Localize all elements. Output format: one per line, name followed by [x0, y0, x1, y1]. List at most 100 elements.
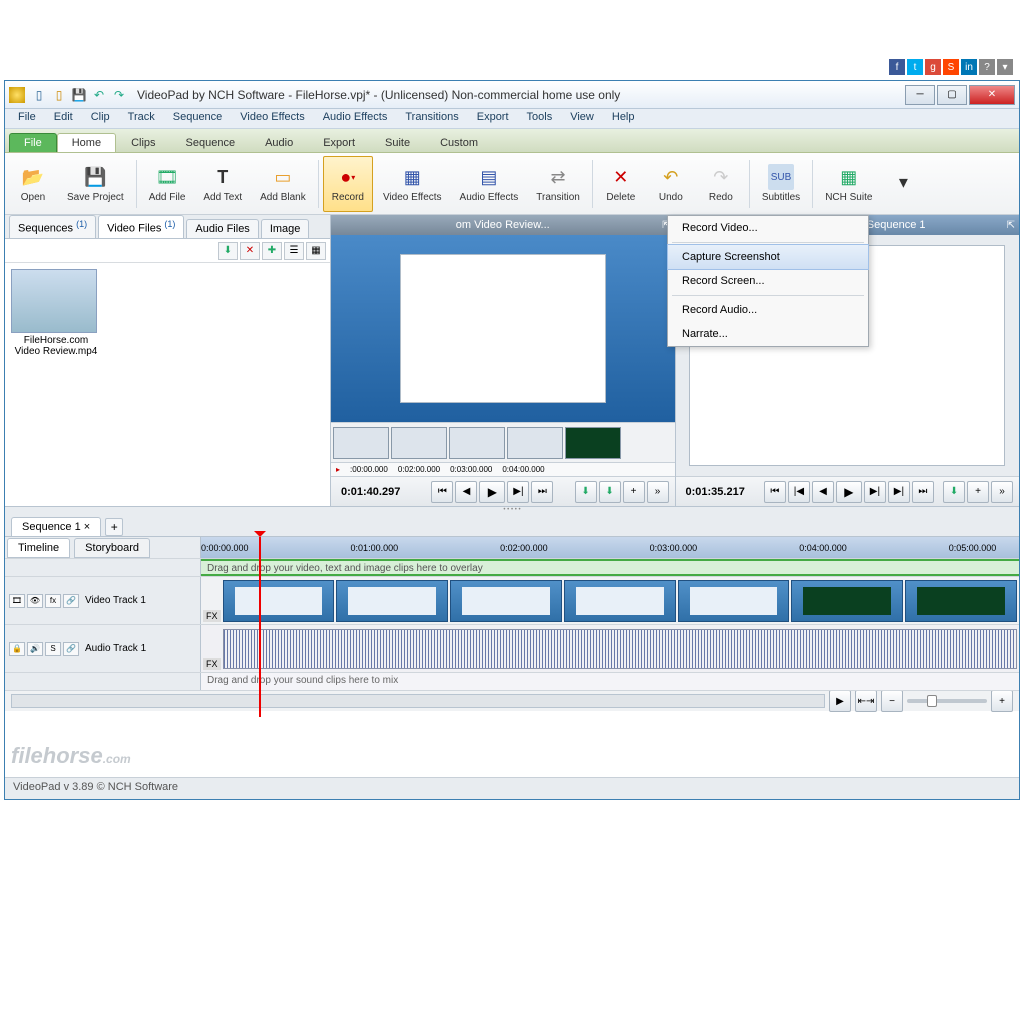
subtitles-button[interactable]: SUBSubtitles: [754, 156, 808, 212]
storyboard-mode-tab[interactable]: Storyboard: [74, 538, 150, 558]
timeline-ruler[interactable]: 0:00:00.0000:01:00.0000:02:00.0000:03:00…: [201, 537, 1019, 558]
ribbon-tab-file[interactable]: File: [9, 133, 57, 152]
add-text-button[interactable]: TAdd Text: [195, 156, 250, 212]
menu-export[interactable]: Export: [468, 109, 518, 128]
qa-save-icon[interactable]: 💾: [70, 86, 88, 104]
google-plus-icon[interactable]: g: [925, 59, 941, 75]
menu-sequence[interactable]: Sequence: [164, 109, 232, 128]
zoom-slider[interactable]: [907, 699, 987, 703]
menu-narrate[interactable]: Narrate...: [668, 322, 868, 346]
track-eye-icon[interactable]: 👁: [27, 594, 43, 608]
clip-mini-ruler[interactable]: ▸:00:00.0000:02:00.0000:03:00.0000:04:00…: [331, 462, 675, 476]
stumble-icon[interactable]: S: [943, 59, 959, 75]
menu-file[interactable]: File: [9, 109, 45, 128]
clip-dl1-icon[interactable]: ⬇: [575, 481, 597, 503]
twitter-icon[interactable]: t: [907, 59, 923, 75]
menu-edit[interactable]: Edit: [45, 109, 82, 128]
menu-tools[interactable]: Tools: [518, 109, 562, 128]
ribbon-tab-export[interactable]: Export: [308, 133, 370, 152]
menu-capture-screenshot[interactable]: Capture Screenshot: [667, 244, 869, 270]
clip-play-button[interactable]: ▶: [479, 481, 505, 503]
timeline-clip[interactable]: [905, 580, 1017, 622]
add-blank-button[interactable]: ▭Add Blank: [252, 156, 314, 212]
dropdown-icon[interactable]: ▾: [997, 59, 1013, 75]
bin-body[interactable]: FileHorse.com Video Review.mp4: [5, 263, 330, 506]
sequence-tab-1[interactable]: Sequence 1 ×: [11, 517, 101, 536]
clip-thumbnail[interactable]: FileHorse.com Video Review.mp4: [11, 269, 101, 357]
help-icon[interactable]: ?: [979, 59, 995, 75]
clip-next-button[interactable]: ▶|: [507, 481, 529, 503]
save-project-button[interactable]: 💾Save Project: [59, 156, 132, 212]
timeline-clip[interactable]: [791, 580, 903, 622]
menu-help[interactable]: Help: [603, 109, 644, 128]
delete-button[interactable]: ✕Delete: [597, 156, 645, 212]
bin-add2-icon[interactable]: ✚: [262, 242, 282, 260]
audio-track[interactable]: FX: [201, 625, 1019, 672]
seq-more-button[interactable]: »: [991, 481, 1013, 503]
minimize-button[interactable]: ─: [905, 85, 935, 105]
zoom-in-button[interactable]: +: [991, 690, 1013, 712]
audio-waveform[interactable]: [223, 629, 1017, 669]
ribbon-tab-suite[interactable]: Suite: [370, 133, 425, 152]
track-link-icon[interactable]: 🔗: [63, 642, 79, 656]
close-button[interactable]: ✕: [969, 85, 1015, 105]
ribbon-tab-home[interactable]: Home: [57, 133, 116, 152]
clip-plus-button[interactable]: +: [623, 481, 645, 503]
open-button[interactable]: 📂Open: [9, 156, 57, 212]
qa-new-icon[interactable]: ▯: [30, 86, 48, 104]
bin-tab-sequences[interactable]: Sequences (1): [9, 215, 96, 238]
maximize-button[interactable]: ▢: [937, 85, 967, 105]
overlay-drop-hint[interactable]: Drag and drop your video, text and image…: [201, 559, 1019, 576]
timeline-clip[interactable]: [678, 580, 790, 622]
scroll-right-button[interactable]: ▶: [829, 690, 851, 712]
track-solo-icon[interactable]: S: [45, 642, 61, 656]
menu-view[interactable]: View: [561, 109, 603, 128]
clip-dl2-icon[interactable]: ⬇: [599, 481, 621, 503]
clip-more-button[interactable]: »: [647, 481, 669, 503]
menu-record-video[interactable]: Record Video...: [668, 216, 868, 240]
menu-transitions[interactable]: Transitions: [396, 109, 467, 128]
seq-split-icon[interactable]: ⬇: [943, 481, 965, 503]
timeline-clip[interactable]: [564, 580, 676, 622]
menu-record-audio[interactable]: Record Audio...: [668, 298, 868, 322]
video-effects-button[interactable]: ▦Video Effects: [375, 156, 450, 212]
seq-play-button[interactable]: ▶: [836, 481, 862, 503]
facebook-icon[interactable]: f: [889, 59, 905, 75]
playhead[interactable]: [259, 537, 261, 717]
menu-video-effects[interactable]: Video Effects: [231, 109, 313, 128]
menu-audio-effects[interactable]: Audio Effects: [314, 109, 397, 128]
horizontal-scrollbar[interactable]: [11, 694, 825, 708]
timeline-clip[interactable]: [450, 580, 562, 622]
track-lock-icon[interactable]: 🔒: [9, 642, 25, 656]
seq-nextclip-button[interactable]: ▶|: [888, 481, 910, 503]
ribbon-tab-clips[interactable]: Clips: [116, 133, 170, 152]
track-lock-icon[interactable]: 🎞: [9, 594, 25, 608]
bin-tab-audio-files[interactable]: Audio Files: [186, 219, 258, 238]
seq-end-button[interactable]: ⏭: [912, 481, 934, 503]
ribbon-tab-sequence[interactable]: Sequence: [171, 133, 251, 152]
timeline-clip[interactable]: [336, 580, 448, 622]
add-file-button[interactable]: 🎞Add File: [141, 156, 194, 212]
qa-open-icon[interactable]: ▯: [50, 86, 68, 104]
track-link-icon[interactable]: 🔗: [63, 594, 79, 608]
menu-record-screen[interactable]: Record Screen...: [668, 269, 868, 293]
video-track[interactable]: FX: [201, 577, 1019, 624]
bin-tab-images[interactable]: Image: [261, 219, 310, 238]
bin-add-icon[interactable]: ⬇: [218, 242, 238, 260]
popout-icon[interactable]: ⇱: [1007, 220, 1015, 231]
zoom-fit-button[interactable]: ⇤⇥: [855, 690, 877, 712]
redo-button[interactable]: ↷Redo: [697, 156, 745, 212]
ribbon-tab-audio[interactable]: Audio: [250, 133, 308, 152]
seq-prevclip-button[interactable]: |◀: [788, 481, 810, 503]
track-speaker-icon[interactable]: 🔊: [27, 642, 43, 656]
timeline-clip[interactable]: [223, 580, 335, 622]
ribbon-tab-custom[interactable]: Custom: [425, 133, 493, 152]
bin-grid-icon[interactable]: ▦: [306, 242, 326, 260]
bin-tab-video-files[interactable]: Video Files (1): [98, 215, 184, 238]
nch-suite-button[interactable]: ▦NCH Suite: [817, 156, 880, 212]
linkedin-icon[interactable]: in: [961, 59, 977, 75]
seq-next-button[interactable]: ▶|: [864, 481, 886, 503]
transition-button[interactable]: ⇄Transition: [528, 156, 588, 212]
timeline-mode-tab[interactable]: Timeline: [7, 538, 70, 558]
clip-fx-badge[interactable]: FX: [203, 610, 221, 622]
